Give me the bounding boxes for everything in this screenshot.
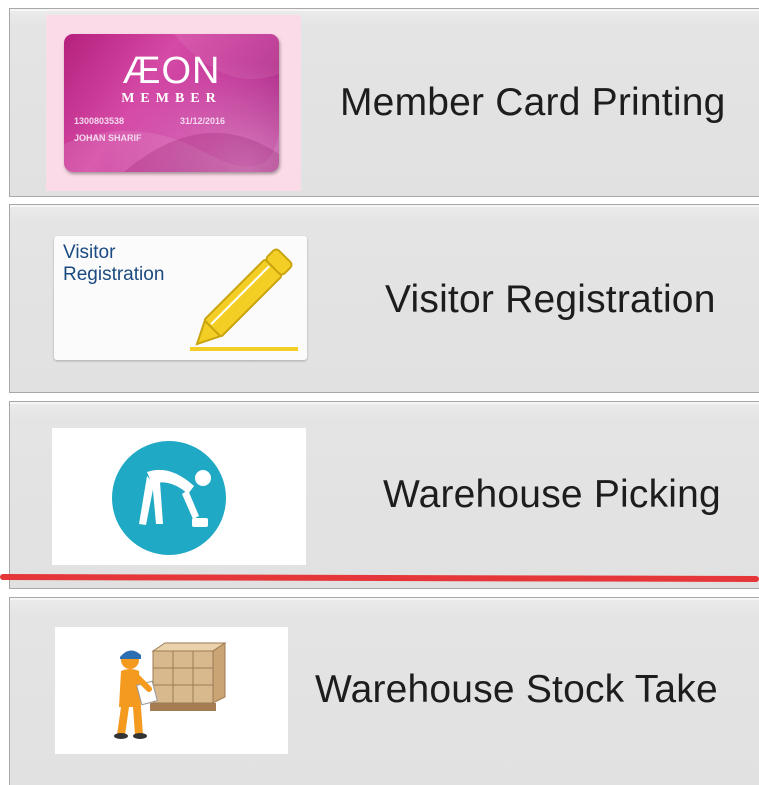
card-number: 1300803538 bbox=[74, 116, 125, 126]
member-card-image: ÆON MEMBER 1300803538 31/12/2016 JOHAN S… bbox=[64, 34, 279, 172]
menu-item-label: Visitor Registration bbox=[385, 278, 716, 321]
menu-item-visitor-registration[interactable]: Visitor Registration Visitor Registratio… bbox=[9, 204, 759, 393]
card-expiry-date: 31/12/2016 bbox=[180, 116, 226, 126]
menu-item-label: Warehouse Picking bbox=[383, 473, 721, 516]
worker-with-boxes-icon bbox=[114, 642, 227, 739]
menu-item-label: Member Card Printing bbox=[340, 81, 726, 124]
warehouse-picking-thumbnail bbox=[52, 428, 306, 565]
person-picking-icon bbox=[112, 441, 226, 555]
menu-item-warehouse-picking[interactable]: Warehouse Picking bbox=[9, 401, 759, 589]
menu-item-label: Warehouse Stock Take bbox=[315, 668, 718, 711]
aeon-member-card-icon: ÆON MEMBER 1300803538 31/12/2016 JOHAN S… bbox=[46, 15, 301, 191]
menu-item-warehouse-stock-take[interactable]: Warehouse Stock Take bbox=[9, 597, 759, 785]
visitor-registration-thumbnail: Visitor Registration bbox=[54, 236, 307, 360]
warehouse-stock-take-thumbnail bbox=[55, 627, 288, 754]
card-member-text: MEMBER bbox=[121, 91, 222, 106]
pencil-icon bbox=[190, 248, 298, 351]
card-holder-name: JOHAN SHARIF bbox=[74, 133, 142, 143]
menu-item-member-card-printing[interactable]: ÆON MEMBER 1300803538 31/12/2016 JOHAN S… bbox=[9, 8, 759, 197]
card-brand-text: ÆON bbox=[122, 50, 221, 92]
